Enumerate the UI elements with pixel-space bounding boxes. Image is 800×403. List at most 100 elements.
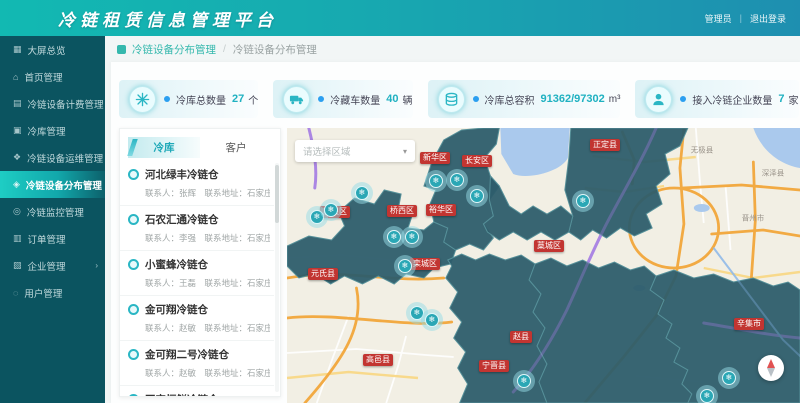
stat-card-truck-count: 冷藏车数量 40 辆 bbox=[273, 80, 412, 118]
stat-label: 冷库总数量 bbox=[176, 92, 226, 107]
sidebar-item-distribution[interactable]: ◈ 冷链设备分布管理 bbox=[0, 171, 105, 198]
district-label: 长安区 bbox=[462, 155, 492, 167]
warehouse-dot-icon bbox=[128, 214, 139, 225]
sidebar-item-label: 大屏总览 bbox=[28, 43, 66, 57]
stat-card-row: 冷库总数量 27 个 冷藏车数量 40 辆 bbox=[111, 62, 800, 118]
coldstore-icon: ▣ bbox=[13, 125, 22, 136]
cold-storage-marker[interactable]: ❄ bbox=[572, 190, 594, 212]
warehouse-detail: 联系人：赵敏 联系地址：石家庄市鹿泉区昌盛大街12号 bbox=[145, 367, 270, 379]
warehouse-title: 金可翔冷链仓 bbox=[145, 302, 208, 317]
sidebar-item-label: 冷链监控管理 bbox=[27, 205, 84, 219]
list-item[interactable]: 河北绿丰冷链仓 联系人：张辉 联系地址：石家庄市桥西区中华南大街136号 bbox=[120, 161, 274, 206]
breadcrumb-current: 冷链设备分布管理 bbox=[233, 42, 317, 57]
sidebar-item-label: 企业管理 bbox=[28, 259, 66, 273]
warehouse-list: 河北绿丰冷链仓 联系人：张辉 联系地址：石家庄市桥西区中华南大街136号 石农汇… bbox=[120, 161, 274, 396]
tab-customer[interactable]: 客户 bbox=[200, 137, 272, 158]
scrollbar-thumb[interactable] bbox=[275, 165, 279, 223]
stat-value: 7 bbox=[778, 93, 784, 105]
cold-storage-marker[interactable]: ❄ bbox=[401, 226, 423, 248]
maintenance-icon: ❖ bbox=[13, 152, 21, 163]
list-scrollbar[interactable] bbox=[275, 163, 279, 392]
stat-label: 冷库总容积 bbox=[485, 92, 535, 107]
snowflake-icon: ❄ bbox=[324, 203, 338, 217]
breadcrumb-first[interactable]: 冷链设备分布管理 bbox=[132, 42, 216, 57]
sidebar-item-users[interactable]: ◌ 用户管理 bbox=[0, 279, 105, 306]
cold-storage-marker[interactable]: ❄ bbox=[466, 185, 488, 207]
sidebar-item-maintenance[interactable]: ❖ 冷链设备运维管理 bbox=[0, 144, 105, 171]
app-title: 冷链租赁信息管理平台 bbox=[58, 6, 278, 31]
sidebar-item-enterprise[interactable]: ▧ 企业管理 › bbox=[0, 252, 105, 279]
tab-coldstore[interactable]: 冷库 bbox=[128, 137, 200, 158]
stat-value: 91362/97302 bbox=[541, 93, 605, 105]
stat-card-enterprise-count: 接入冷链企业数量 7 家 bbox=[635, 80, 798, 118]
list-item[interactable]: 金可翔冷链仓 联系人：赵敏 联系地址：石家庄市新华区学府路158号 bbox=[120, 296, 274, 341]
cold-storage-marker[interactable]: ❄ bbox=[394, 255, 416, 277]
snowflake-icon: ❄ bbox=[429, 174, 443, 188]
district-label: 元氏县 bbox=[308, 268, 338, 280]
app-window: 冷链租赁信息管理平台 管理员 | 退出登录 ▦ 大屏总览 ⌂ 首页管理 ▤ 冷链… bbox=[0, 0, 800, 403]
snowflake-icon: ❄ bbox=[450, 173, 464, 187]
region-select-placeholder: 请选择区域 bbox=[303, 144, 403, 158]
users-icon: ◌ bbox=[13, 288, 18, 298]
stat-card-coldstore-count: 冷库总数量 27 个 bbox=[119, 80, 258, 118]
top-header: 冷链租赁信息管理平台 管理员 | 退出登录 bbox=[0, 0, 800, 36]
warehouse-dot-icon bbox=[128, 394, 139, 396]
snowflake-icon: ❄ bbox=[576, 194, 590, 208]
sidebar-item-label: 冷链设备分布管理 bbox=[26, 178, 102, 192]
chevron-down-icon: ▾ bbox=[403, 147, 407, 156]
basemap-label: 晋州市 bbox=[742, 213, 765, 224]
cold-storage-marker[interactable]: ❄ bbox=[718, 367, 740, 389]
list-item[interactable]: 正定恒鲜冷链仓 联系人：孙涛 联系地址：石家庄市正定县燕赵北大街8号 bbox=[120, 386, 274, 396]
list-item[interactable]: 石农汇通冷链仓 联系人：李强 联系地址：石家庄市长安区和平东路289号 bbox=[120, 206, 274, 251]
compass-needle-icon bbox=[767, 359, 775, 377]
sidebar-item-dashboard[interactable]: ▦ 大屏总览 bbox=[0, 36, 105, 63]
snowflake-icon: ❄ bbox=[700, 389, 714, 403]
warehouse-title: 石农汇通冷链仓 bbox=[145, 212, 219, 227]
cold-storage-marker[interactable]: ❄ bbox=[425, 170, 447, 192]
warehouse-title: 河北绿丰冷链仓 bbox=[145, 167, 219, 182]
sidebar-item-monitor[interactable]: ◎ 冷链监控管理 bbox=[0, 198, 105, 225]
district-label: 赵县 bbox=[510, 331, 532, 343]
list-item[interactable]: 金可翔二号冷链仓 联系人：赵敏 联系地址：石家庄市鹿泉区昌盛大街12号 bbox=[120, 341, 274, 386]
cold-storage-marker[interactable]: ❄ bbox=[351, 182, 373, 204]
stat-unit: 家 bbox=[789, 92, 799, 107]
bullet-dot-icon bbox=[164, 96, 170, 102]
district-label: 裕华区 bbox=[426, 204, 456, 216]
district-label: 新华区 bbox=[420, 152, 450, 164]
snowflake-icon: ❄ bbox=[387, 230, 401, 244]
sidebar-item-label: 冷库管理 bbox=[28, 124, 66, 138]
map-canvas[interactable]: 请选择区域 ▾ 新华区 长安区 桥西区 裕华区 鹿泉区 正定县 藁城区 栾城区 … bbox=[287, 128, 800, 403]
monitor-icon: ◎ bbox=[13, 206, 21, 217]
cold-storage-marker[interactable]: ❄ bbox=[446, 169, 468, 191]
sidebar-item-orders[interactable]: ▥ 订单管理 bbox=[0, 225, 105, 252]
warehouse-title: 小蜜蜂冷链仓 bbox=[145, 257, 208, 272]
sidebar-item-coldstore[interactable]: ▣ 冷库管理 bbox=[0, 117, 105, 144]
district-label: 桥西区 bbox=[387, 205, 417, 217]
content-panel: 冷库总数量 27 个 冷藏车数量 40 辆 bbox=[111, 62, 800, 403]
stat-unit: 辆 bbox=[403, 92, 413, 107]
bullet-dot-icon bbox=[473, 96, 479, 102]
warehouse-detail: 联系人：李强 联系地址：石家庄市长安区和平东路289号 bbox=[145, 232, 270, 244]
cold-storage-marker[interactable]: ❄ bbox=[513, 370, 535, 392]
warehouse-list-panel: 冷库 客户 河北绿丰冷链仓 联系人：张辉 联系地址：石家庄市桥西区中华南大街13… bbox=[119, 128, 281, 397]
compass-control[interactable] bbox=[758, 355, 784, 381]
region-select-dropdown[interactable]: 请选择区域 ▾ bbox=[295, 140, 415, 162]
truck-icon bbox=[283, 86, 310, 113]
district-label: 宁晋县 bbox=[479, 360, 509, 372]
cold-storage-marker[interactable]: ❄ bbox=[696, 385, 718, 403]
warehouse-title: 金可翔二号冷链仓 bbox=[145, 347, 229, 362]
cold-storage-marker[interactable]: ❄ bbox=[421, 309, 443, 331]
warehouse-dot-icon bbox=[128, 169, 139, 180]
cold-storage-marker[interactable]: ❄ bbox=[320, 199, 342, 221]
district-label: 辛集市 bbox=[734, 318, 764, 330]
sidebar-item-label: 冷链设备运维管理 bbox=[27, 151, 103, 165]
capacity-icon bbox=[438, 86, 465, 113]
sidebar-item-home[interactable]: ⌂ 首页管理 bbox=[0, 63, 105, 90]
stat-label: 接入冷链企业数量 bbox=[692, 92, 772, 107]
snowflake-icon bbox=[129, 86, 156, 113]
snowflake-icon: ❄ bbox=[355, 186, 369, 200]
logout-link[interactable]: 退出登录 bbox=[750, 12, 786, 25]
list-item[interactable]: 小蜜蜂冷链仓 联系人：王磊 联系地址：石家庄市裕华区槐安东路66号 bbox=[120, 251, 274, 296]
district-label: 正定县 bbox=[590, 139, 620, 151]
sidebar-item-billing[interactable]: ▤ 冷链设备计费管理 bbox=[0, 90, 105, 117]
